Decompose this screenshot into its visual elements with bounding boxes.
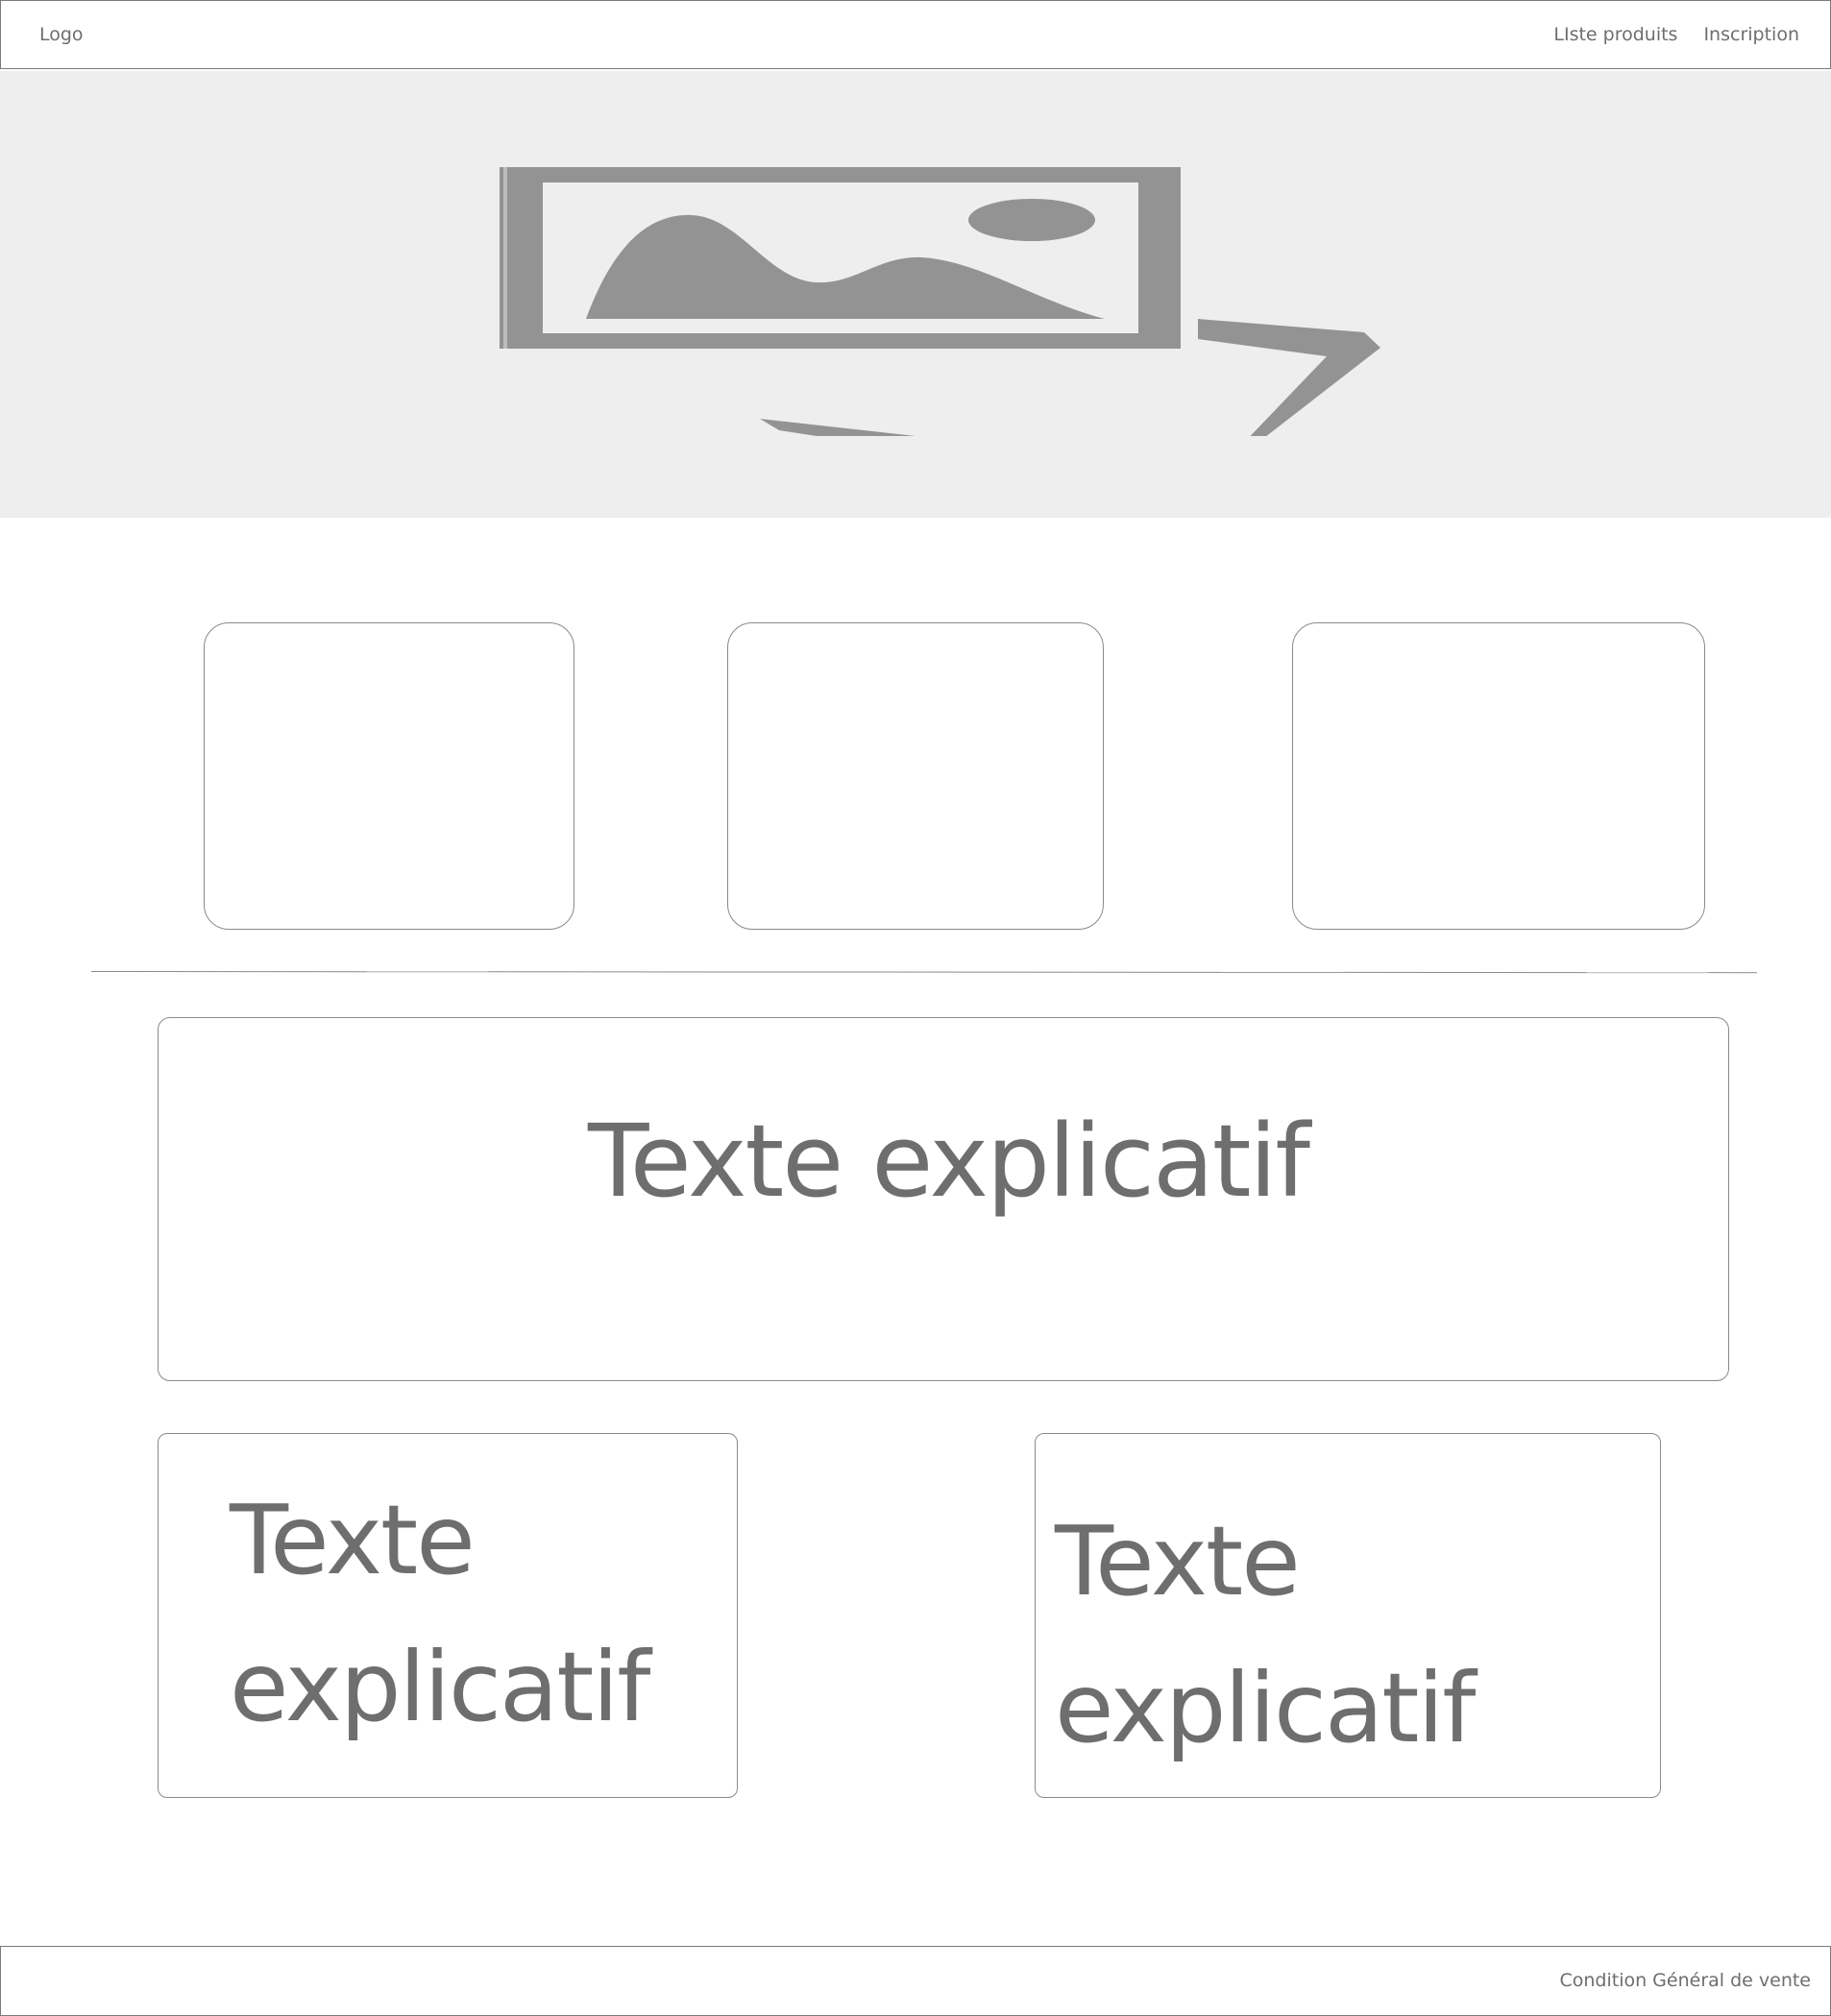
explanation-text-left-line2: explicatif	[230, 1631, 650, 1743]
card-2[interactable]	[727, 622, 1104, 930]
explanation-text-left-line1: Texte	[230, 1484, 476, 1596]
logo[interactable]: Logo	[39, 24, 84, 45]
main-nav: LIste produits Inscription	[1553, 24, 1799, 45]
page: Logo LIste produits Inscription Texte ex…	[0, 0, 1831, 2016]
sun-shape	[968, 199, 1095, 241]
explanation-text-right-line1: Texte	[1055, 1505, 1301, 1617]
explanation-text-right-line2: explicatif	[1055, 1652, 1476, 1764]
footer: Condition Général de vente	[0, 1946, 1831, 2016]
explanation-box-right: Texte explicatif	[1035, 1433, 1661, 1798]
hero-banner	[0, 71, 1831, 518]
card-3[interactable]	[1292, 622, 1705, 930]
image-placeholder-icon	[500, 167, 1380, 436]
explanation-box-left: Texte explicatif	[158, 1433, 738, 1798]
nav-link-inscription[interactable]: Inscription	[1703, 24, 1799, 45]
footer-link-cgv[interactable]: Condition Général de vente	[1559, 1970, 1811, 1991]
explanation-text-left: Texte explicatif	[230, 1467, 650, 1761]
header: Logo LIste produits Inscription	[0, 0, 1831, 69]
section-divider	[90, 971, 1757, 974]
explanation-box-wide: Texte explicatif	[158, 1017, 1729, 1381]
explanation-text-right: Texte explicatif	[1055, 1488, 1476, 1782]
card-1[interactable]	[204, 622, 574, 930]
explanation-text-wide: Texte explicatif	[587, 1103, 1310, 1220]
nav-link-liste-produits[interactable]: LIste produits	[1553, 24, 1677, 45]
